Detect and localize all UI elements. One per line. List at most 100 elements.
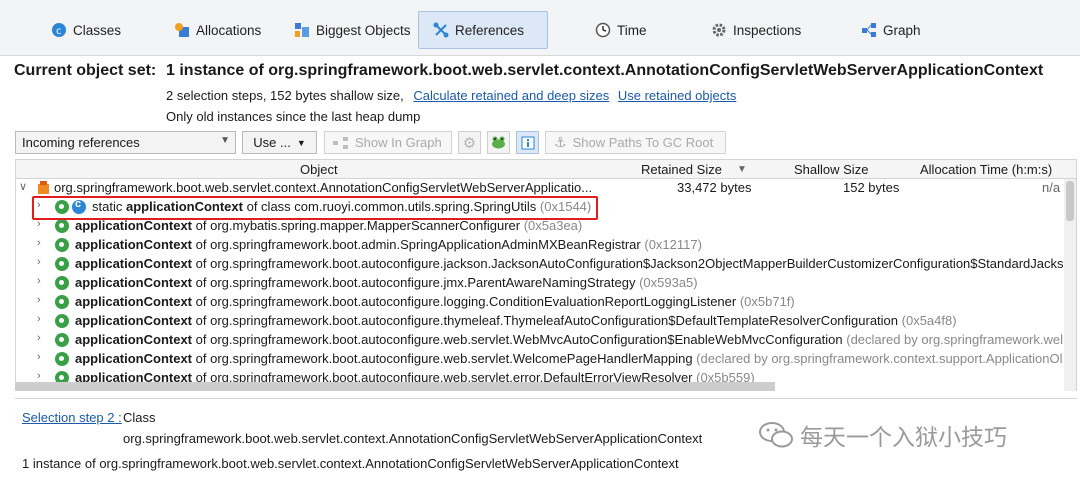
calculate-retained-link[interactable]: Calculate retained and deep sizes — [413, 88, 609, 103]
reference-class: org.springframework.boot.autoconfigure.w… — [210, 351, 693, 366]
reference-row[interactable]: › applicationContext of org.springframew… — [16, 255, 1076, 274]
reference-field: applicationContext — [125, 199, 243, 214]
reference-mid: of — [192, 294, 211, 309]
show-in-graph-button[interactable]: Show In Graph — [324, 131, 452, 154]
vertical-scrollbar[interactable] — [1064, 179, 1076, 391]
field-reference-icon — [55, 313, 69, 328]
reference-row[interactable]: › applicationContext of org.springframew… — [16, 293, 1076, 312]
field-reference-icon — [55, 294, 69, 309]
anchor-icon: ⚓ — [554, 134, 567, 150]
expand-toggle-icon[interactable]: › — [37, 275, 41, 287]
reference-class: com.ruoyi.common.utils.spring.SpringUtil… — [294, 199, 537, 214]
selection-step-link[interactable]: Selection step 2 : — [22, 410, 122, 425]
vertical-scrollbar-thumb[interactable] — [1066, 181, 1074, 221]
use-button[interactable]: Use ... ▼ — [242, 131, 317, 154]
biggest-objects-icon — [295, 23, 309, 37]
column-retained-size[interactable]: Retained Size — [641, 162, 722, 177]
reference-text: static applicationContext of class com.r… — [92, 199, 591, 214]
reference-row[interactable]: › applicationContext of org.springframew… — [16, 236, 1076, 255]
root-retained-size: 33,472 bytes — [677, 180, 752, 195]
use-retained-objects-link[interactable]: Use retained objects — [618, 88, 737, 103]
graph-icon — [333, 136, 348, 149]
reference-mid: of — [192, 313, 211, 328]
show-paths-to-gc-root-button[interactable]: ⚓ Show Paths To GC Root — [545, 131, 726, 154]
tab-references[interactable]: References — [418, 11, 548, 49]
expand-toggle-icon[interactable]: › — [37, 237, 41, 249]
tab-graph-label: Graph — [883, 22, 921, 38]
gear-icon — [712, 23, 726, 37]
root-object-name: org.springframework.boot.web.servlet.con… — [54, 180, 593, 195]
collapse-toggle-icon[interactable]: ∨ — [19, 180, 27, 193]
reference-field: applicationContext — [75, 256, 193, 271]
tree-root-row[interactable]: ∨ org.springframework.boot.web.servlet.c… — [16, 179, 1076, 198]
watermark: 每天一个入狱小技巧 — [758, 418, 1007, 452]
reference-field: applicationContext — [75, 218, 193, 233]
expand-toggle-icon[interactable]: › — [37, 370, 41, 382]
selection-step-kind: Class — [123, 410, 156, 425]
tab-time-label: Time — [617, 22, 647, 38]
tab-allocations[interactable]: Allocations — [159, 11, 276, 49]
sort-desc-icon: ▼ — [737, 164, 747, 175]
reference-row[interactable]: › static applicationContext of class com… — [16, 198, 1076, 217]
field-reference-icon — [55, 218, 69, 233]
tab-graph[interactable]: Graph — [846, 11, 936, 49]
expand-toggle-icon[interactable]: › — [37, 294, 41, 306]
tab-classes[interactable]: c Classes — [36, 11, 136, 49]
reference-cell: applicationContext of org.springframewor… — [55, 275, 698, 290]
reference-tree: ∨ org.springframework.boot.web.servlet.c… — [15, 179, 1077, 391]
column-shallow-size[interactable]: Shallow Size — [794, 162, 868, 177]
reference-cell: applicationContext of org.springframewor… — [55, 351, 1063, 366]
references-icon — [433, 22, 449, 38]
expand-toggle-icon[interactable]: › — [37, 332, 41, 344]
frog-button[interactable] — [487, 131, 510, 154]
tab-references-label: References — [455, 22, 525, 38]
reference-field: applicationContext — [75, 351, 193, 366]
reference-row[interactable]: › applicationContext of org.springframew… — [16, 331, 1076, 350]
reference-field: applicationContext — [75, 313, 193, 328]
field-reference-icon — [55, 256, 69, 271]
info-toggle-button[interactable] — [516, 131, 539, 154]
show-paths-label: Show Paths To GC Root — [572, 135, 714, 150]
reference-address: (0x5b71f) — [736, 294, 795, 309]
clock-icon — [595, 22, 611, 38]
reference-mid: of — [192, 237, 211, 252]
chevron-down-icon: ▼ — [220, 135, 230, 146]
horizontal-scrollbar[interactable] — [15, 382, 775, 391]
field-reference-icon — [55, 332, 69, 347]
expand-toggle-icon[interactable]: › — [37, 256, 41, 268]
expand-toggle-icon[interactable]: › — [37, 199, 41, 211]
reference-prefix: static — [92, 199, 126, 214]
heap-dump-note: Only old instances since the last heap d… — [166, 109, 421, 124]
tab-time[interactable]: Time — [580, 11, 662, 49]
tab-biggest-objects[interactable]: Biggest Objects — [279, 11, 426, 49]
settings-button[interactable]: ⚙ — [458, 131, 481, 154]
root-object-cell: org.springframework.boot.web.servlet.con… — [36, 180, 592, 195]
current-object-set-label: Current object set: — [14, 62, 157, 79]
wechat-icon — [759, 422, 793, 448]
reference-row[interactable]: › applicationContext of org.springframew… — [16, 312, 1076, 331]
reference-mid: of — [192, 218, 211, 233]
reference-class: org.mybatis.spring.mapper.MapperScannerC… — [210, 218, 521, 233]
selection-step-class: org.springframework.boot.web.servlet.con… — [123, 431, 703, 446]
reference-mid: of — [192, 275, 211, 290]
reference-text: applicationContext of org.springframewor… — [75, 313, 957, 328]
expand-toggle-icon[interactable]: › — [37, 218, 41, 230]
reference-text: applicationContext of org.springframewor… — [75, 256, 1071, 271]
reference-row[interactable]: › applicationContext of org.springframew… — [16, 274, 1076, 293]
tab-inspections[interactable]: Inspections — [696, 11, 816, 49]
frog-icon — [492, 136, 505, 149]
expand-toggle-icon[interactable]: › — [37, 351, 41, 363]
expand-toggle-icon[interactable]: › — [37, 313, 41, 325]
reference-type-select[interactable]: Incoming references ▼ — [15, 131, 236, 154]
tab-biggest-objects-label: Biggest Objects — [316, 22, 411, 38]
reference-field: applicationContext — [75, 237, 193, 252]
reference-class: org.springframework.boot.autoconfigure.l… — [210, 294, 737, 309]
column-allocation-time[interactable]: Allocation Time (h:m:s) — [920, 162, 1052, 177]
reference-field: applicationContext — [75, 294, 193, 309]
selection-info: 2 selection steps, 152 bytes shallow siz… — [166, 88, 736, 103]
reference-row[interactable]: › applicationContext of org.mybatis.spri… — [16, 217, 1076, 236]
reference-cell: applicationContext of org.springframewor… — [55, 256, 1071, 271]
reference-row[interactable]: › applicationContext of org.springframew… — [16, 350, 1076, 369]
column-object[interactable]: Object — [300, 162, 338, 177]
reference-cell: applicationContext of org.springframewor… — [55, 313, 957, 328]
